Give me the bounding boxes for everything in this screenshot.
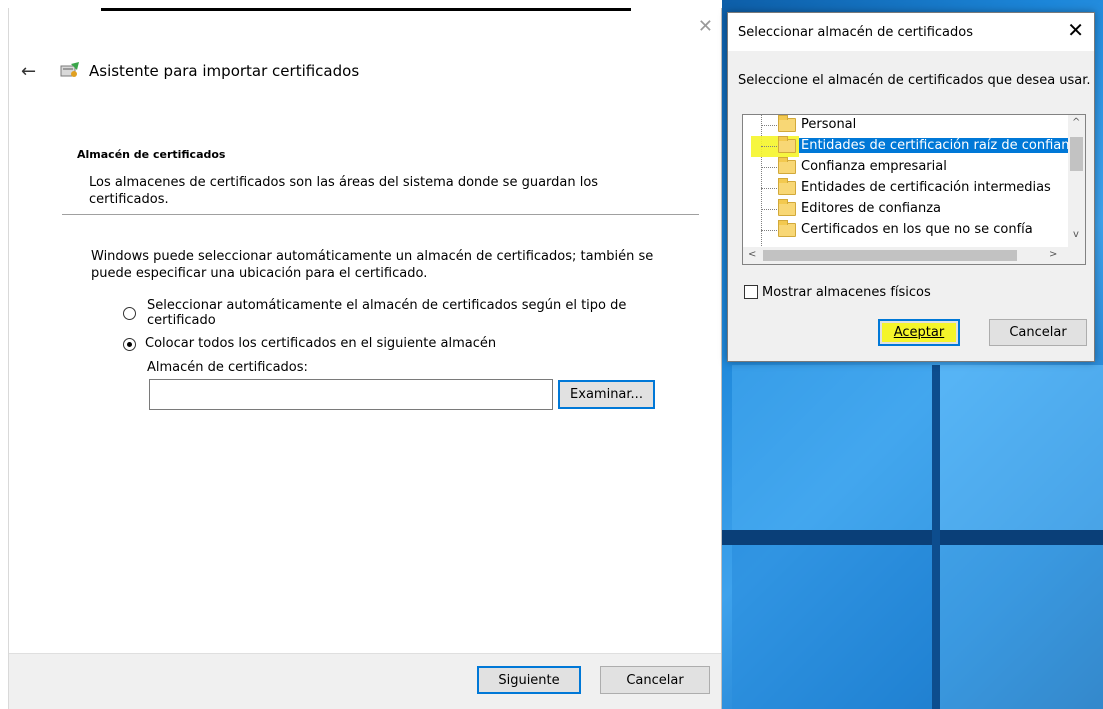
dialog-prompt: Seleccione el almacén de certificados qu… <box>738 73 1091 88</box>
folder-icon <box>778 220 796 237</box>
store-tree[interactable]: Personal Entidades de certificación raíz… <box>742 114 1086 265</box>
dialog-titlebar: Seleccionar almacén de certificados ✕ <box>728 13 1094 51</box>
accept-button[interactable]: Aceptar <box>878 319 960 346</box>
radio-auto-select-label[interactable]: Seleccionar automáticamente el almacén d… <box>147 298 627 328</box>
window-top-edge <box>101 8 631 11</box>
cancel-button[interactable]: Cancelar <box>600 666 710 694</box>
scroll-down-icon[interactable]: v <box>1073 229 1079 240</box>
window-logo-divider <box>722 530 1103 545</box>
tree-item[interactable]: Editores de confianza <box>743 199 1085 220</box>
scrollbar-thumb[interactable] <box>1070 137 1083 171</box>
show-physical-label[interactable]: Mostrar almacenes físicos <box>762 285 931 300</box>
tree-item[interactable]: Certificados en los que no se confía <box>743 220 1085 241</box>
folder-icon <box>778 136 796 153</box>
section-title: Almacén de certificados <box>77 148 226 161</box>
tree-item[interactable]: Confianza empresarial <box>743 157 1085 178</box>
back-arrow-icon[interactable]: ← <box>21 63 36 81</box>
select-store-dialog: Seleccionar almacén de certificados ✕ Se… <box>727 12 1095 362</box>
tree-item-label[interactable]: Confianza empresarial <box>801 159 947 174</box>
wizard-footer: Siguiente Cancelar <box>9 653 721 709</box>
folder-icon <box>778 178 796 195</box>
tree-item-label[interactable]: Editores de confianza <box>801 201 941 216</box>
horizontal-scrollbar[interactable]: < > <box>743 247 1085 264</box>
store-field-label: Almacén de certificados: <box>147 360 308 375</box>
window-logo-pane <box>940 545 1103 709</box>
window-logo-pane <box>732 545 932 709</box>
section-divider <box>62 214 699 215</box>
tree-item[interactable]: Personal <box>743 115 1085 136</box>
radio-place-all[interactable] <box>123 338 136 351</box>
instructions-text: Windows puede seleccionar automáticament… <box>91 249 654 281</box>
import-wizard-window: ✕ ← Asistente para importar certificados… <box>8 8 722 709</box>
scroll-up-icon[interactable]: ^ <box>1072 117 1080 128</box>
window-logo-pane <box>940 365 1103 530</box>
scroll-right-icon[interactable]: > <box>1049 249 1057 260</box>
radio-auto-select[interactable] <box>123 307 136 320</box>
tree-item-label[interactable]: Personal <box>801 117 856 132</box>
scroll-left-icon[interactable]: < <box>748 249 756 260</box>
vertical-scrollbar[interactable]: ^ v <box>1068 115 1085 248</box>
browse-button[interactable]: Examinar... <box>558 380 655 409</box>
window-logo-divider <box>932 365 940 709</box>
certificate-wizard-icon <box>60 62 79 77</box>
folder-icon <box>778 199 796 216</box>
wizard-title: Asistente para importar certificados <box>89 62 360 80</box>
scrollbar-thumb[interactable] <box>763 250 1017 261</box>
dialog-title: Seleccionar almacén de certificados <box>738 25 973 40</box>
tree-item[interactable]: Entidades de certificación intermedias <box>743 178 1085 199</box>
show-physical-checkbox[interactable] <box>744 285 758 299</box>
window-logo-pane <box>732 365 932 530</box>
close-icon[interactable]: ✕ <box>1067 20 1084 40</box>
next-button[interactable]: Siguiente <box>477 666 581 694</box>
close-icon[interactable]: ✕ <box>698 18 713 36</box>
tree-item-selected[interactable]: Entidades de certificación raíz de confi… <box>743 136 1085 157</box>
folder-icon <box>778 157 796 174</box>
tree-item-label[interactable]: Entidades de certificación intermedias <box>801 180 1051 195</box>
radio-place-all-label[interactable]: Colocar todos los certificados en el sig… <box>145 336 496 351</box>
dialog-cancel-button[interactable]: Cancelar <box>989 319 1087 346</box>
section-description: Los almacenes de certificados son las ár… <box>89 175 599 207</box>
folder-icon <box>778 115 796 132</box>
store-input[interactable] <box>149 379 553 410</box>
tree-item-label[interactable]: Certificados en los que no se confía <box>801 222 1033 237</box>
accept-button-label: Aceptar <box>893 325 945 340</box>
tree-item-label[interactable]: Entidades de certificación raíz de confi… <box>799 138 1069 153</box>
